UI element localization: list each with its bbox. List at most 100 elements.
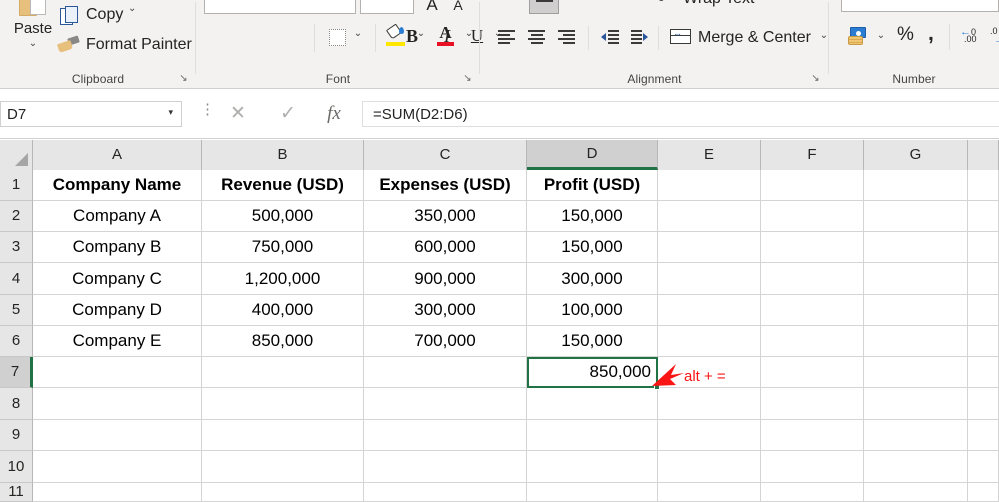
font-color-icon[interactable]: A bbox=[437, 23, 454, 46]
cell-A1[interactable]: Company Name bbox=[33, 170, 202, 201]
cell-E3[interactable] bbox=[658, 232, 761, 263]
cell-C6[interactable]: 700,000 bbox=[364, 326, 527, 357]
font-color-chevron-down-icon[interactable]: ⌄ bbox=[463, 29, 475, 39]
cell-x7[interactable] bbox=[968, 357, 999, 388]
font-name-combo[interactable]: Calibri ▾ bbox=[204, 0, 356, 14]
font-size-combo[interactable]: 11 ▾ bbox=[360, 0, 414, 14]
cell-D9[interactable] bbox=[527, 420, 658, 451]
cell-E8[interactable] bbox=[658, 388, 761, 420]
cell-A8[interactable] bbox=[33, 388, 202, 420]
chevron-down-icon[interactable]: ▾ bbox=[168, 107, 173, 118]
row-header-1[interactable]: 1 bbox=[0, 170, 33, 201]
cell-G1[interactable] bbox=[864, 170, 968, 201]
cell-B11[interactable] bbox=[202, 483, 364, 502]
cell-F4[interactable] bbox=[761, 263, 864, 295]
cell-F3[interactable] bbox=[761, 232, 864, 263]
cell-D3[interactable]: 150,000 bbox=[527, 232, 658, 263]
cell-F8[interactable] bbox=[761, 388, 864, 420]
cell-x4[interactable] bbox=[968, 263, 999, 295]
row-header-6[interactable]: 6 bbox=[0, 326, 33, 357]
column-header-c[interactable]: C bbox=[364, 140, 527, 170]
cell-E5[interactable] bbox=[658, 295, 761, 326]
cell-D10[interactable] bbox=[527, 451, 658, 483]
increase-font-size-button[interactable]: A bbox=[422, 0, 442, 13]
cell-x1[interactable] bbox=[968, 170, 999, 201]
align-bottom-icon[interactable] bbox=[572, 0, 589, 5]
enter-formula-button[interactable]: ✓ bbox=[268, 101, 308, 127]
cell-E6[interactable] bbox=[658, 326, 761, 357]
cell-G8[interactable] bbox=[864, 388, 968, 420]
cell-D8[interactable] bbox=[527, 388, 658, 420]
cell-G7[interactable] bbox=[864, 357, 968, 388]
cell-C8[interactable] bbox=[364, 388, 527, 420]
wrap-text-label[interactable]: Wrap Text bbox=[683, 0, 754, 8]
cell-D1[interactable]: Profit (USD) bbox=[527, 170, 658, 201]
cell-B1[interactable]: Revenue (USD) bbox=[202, 170, 364, 201]
column-header-partial[interactable] bbox=[968, 140, 999, 170]
cell-B10[interactable] bbox=[202, 451, 364, 483]
row-header-8[interactable]: 8 bbox=[0, 388, 33, 420]
cell-A10[interactable] bbox=[33, 451, 202, 483]
cell-D4[interactable]: 300,000 bbox=[527, 263, 658, 295]
cell-D7[interactable]: 850,000 bbox=[527, 357, 658, 388]
accounting-chevron-down-icon[interactable]: ⌄ bbox=[875, 31, 887, 41]
cell-A9[interactable] bbox=[33, 420, 202, 451]
align-center-icon[interactable] bbox=[528, 30, 545, 44]
cell-B5[interactable]: 400,000 bbox=[202, 295, 364, 326]
cell-E2[interactable] bbox=[658, 201, 761, 232]
cell-E4[interactable] bbox=[658, 263, 761, 295]
clipboard-dialog-launcher[interactable]: ↘ bbox=[178, 73, 189, 84]
cell-G4[interactable] bbox=[864, 263, 968, 295]
align-right-icon[interactable] bbox=[558, 30, 575, 44]
align-top-icon[interactable] bbox=[498, 0, 515, 7]
borders-icon[interactable] bbox=[329, 29, 346, 46]
paste-button[interactable]: Paste ⌄ bbox=[6, 0, 60, 64]
cell-B6[interactable]: 850,000 bbox=[202, 326, 364, 357]
row-header-7[interactable]: 7 bbox=[0, 357, 33, 388]
cell-F7[interactable] bbox=[761, 357, 864, 388]
row-header-3[interactable]: 3 bbox=[0, 232, 33, 263]
align-middle-button[interactable] bbox=[529, 0, 559, 14]
cell-A7[interactable] bbox=[33, 357, 202, 388]
cell-F1[interactable] bbox=[761, 170, 864, 201]
cell-x6[interactable] bbox=[968, 326, 999, 357]
increase-indent-icon[interactable] bbox=[631, 30, 649, 44]
insert-function-button[interactable]: fx bbox=[314, 101, 354, 127]
cell-A6[interactable]: Company E bbox=[33, 326, 202, 357]
cell-F10[interactable] bbox=[761, 451, 864, 483]
format-painter-button[interactable]: Format Painter bbox=[56, 35, 192, 58]
cell-E10[interactable] bbox=[658, 451, 761, 483]
number-format-combo[interactable]: Number bbox=[841, 0, 999, 12]
cell-G6[interactable] bbox=[864, 326, 968, 357]
cell-x11[interactable] bbox=[968, 483, 999, 502]
align-left-icon[interactable] bbox=[498, 30, 515, 44]
cell-C1[interactable]: Expenses (USD) bbox=[364, 170, 527, 201]
orientation-chevron-down-icon[interactable]: ⌄ bbox=[600, 0, 612, 2]
spreadsheet-grid[interactable]: ABCDEFG 1 2 3 4 5 6 7 8 9 10 11 Company Name Revenu… bbox=[0, 140, 999, 502]
cell-E11[interactable] bbox=[658, 483, 761, 502]
cell-G3[interactable] bbox=[864, 232, 968, 263]
percent-style-button[interactable]: % bbox=[897, 24, 914, 46]
cell-F5[interactable] bbox=[761, 295, 864, 326]
borders-chevron-down-icon[interactable]: ⌄ bbox=[352, 29, 364, 39]
row-header-11[interactable]: 11 bbox=[0, 483, 33, 502]
cell-A4[interactable]: Company C bbox=[33, 263, 202, 295]
cell-F9[interactable] bbox=[761, 420, 864, 451]
cell-G9[interactable] bbox=[864, 420, 968, 451]
cell-A3[interactable]: Company B bbox=[33, 232, 202, 263]
cell-D6[interactable]: 150,000 bbox=[527, 326, 658, 357]
cell-x5[interactable] bbox=[968, 295, 999, 326]
name-box[interactable]: D7 ▾ bbox=[0, 101, 182, 127]
cell-D11[interactable] bbox=[527, 483, 658, 502]
decrease-indent-icon[interactable] bbox=[601, 30, 619, 44]
cell-x9[interactable] bbox=[968, 420, 999, 451]
fill-color-icon[interactable] bbox=[385, 23, 405, 46]
cell-C3[interactable]: 600,000 bbox=[364, 232, 527, 263]
column-header-g[interactable]: G bbox=[864, 140, 968, 170]
formula-bar-grip[interactable]: ⋮ bbox=[200, 102, 215, 117]
cell-x10[interactable] bbox=[968, 451, 999, 483]
cell-G10[interactable] bbox=[864, 451, 968, 483]
cancel-formula-button[interactable]: ✕ bbox=[218, 101, 258, 127]
increase-decimal-icon[interactable]: .0 → bbox=[990, 26, 999, 46]
row-header-10[interactable]: 10 bbox=[0, 451, 33, 483]
